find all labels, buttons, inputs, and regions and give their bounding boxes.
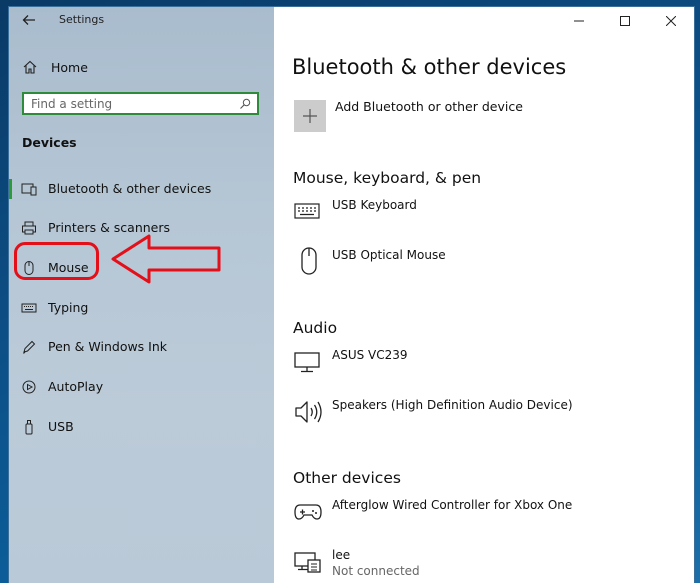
keyboard-icon — [294, 203, 320, 219]
gamepad-icon — [294, 504, 322, 520]
device-usb-optical-mouse[interactable]: USB Optical Mouse — [332, 248, 446, 262]
plus-icon — [303, 109, 317, 123]
mouse-icon — [301, 247, 317, 275]
home-nav-item[interactable]: Home — [19, 57, 259, 77]
minimize-button[interactable] — [556, 7, 602, 35]
device-lee[interactable]: lee — [332, 548, 350, 562]
active-indicator — [9, 179, 12, 199]
sidebar-item-usb[interactable]: USB — [9, 414, 274, 440]
main-content: Bluetooth & other devices Add Bluetooth … — [274, 35, 694, 583]
add-device-button[interactable] — [294, 100, 326, 132]
search-icon[interactable] — [239, 98, 251, 110]
group-heading-audio: Audio — [293, 319, 338, 337]
settings-window: Settings Home Devices Bluetooth & other … — [9, 7, 694, 583]
autoplay-icon — [22, 380, 36, 394]
title-bar: Settings — [9, 7, 274, 35]
group-heading-other: Other devices — [293, 469, 401, 487]
minimize-icon — [574, 20, 584, 22]
maximize-icon — [620, 16, 630, 26]
sidebar-item-label: Bluetooth & other devices — [48, 181, 212, 196]
sidebar-item-label: Typing — [48, 300, 89, 315]
app-title: Settings — [59, 13, 105, 26]
home-icon — [23, 60, 37, 74]
search-box[interactable] — [22, 92, 259, 115]
devices-section-heading: Devices — [22, 135, 77, 150]
sidebar-item-pen[interactable]: Pen & Windows Ink — [9, 334, 274, 360]
printer-icon — [22, 221, 36, 235]
bluetooth-devices-icon — [21, 183, 37, 196]
caption-buttons — [556, 7, 694, 35]
device-xbox-controller[interactable]: Afterglow Wired Controller for Xbox One — [332, 498, 572, 512]
annotation-arrow — [111, 234, 221, 284]
network-device-icon — [294, 552, 321, 573]
sidebar-item-label: AutoPlay — [48, 379, 104, 394]
device-usb-keyboard[interactable]: USB Keyboard — [332, 198, 417, 212]
usb-icon — [25, 420, 33, 435]
monitor-icon — [294, 352, 320, 373]
close-button[interactable] — [648, 7, 694, 35]
device-asus-monitor[interactable]: ASUS VC239 — [332, 348, 408, 362]
pen-icon — [23, 340, 36, 354]
speaker-icon — [295, 401, 322, 423]
sidebar-item-typing[interactable]: Typing — [9, 295, 274, 321]
device-speakers[interactable]: Speakers (High Definition Audio Device) — [332, 398, 573, 412]
sidebar-item-label: USB — [48, 419, 74, 434]
sidebar: Settings Home Devices Bluetooth & other … — [9, 7, 274, 583]
search-input[interactable] — [24, 95, 233, 112]
group-heading-input: Mouse, keyboard, & pen — [293, 169, 482, 187]
add-device-label[interactable]: Add Bluetooth or other device — [335, 99, 523, 114]
sidebar-item-label: Pen & Windows Ink — [48, 339, 168, 354]
keyboard-icon — [21, 303, 37, 313]
sidebar-item-bluetooth[interactable]: Bluetooth & other devices — [9, 176, 274, 202]
maximize-button[interactable] — [602, 7, 648, 35]
device-lee-status: Not connected — [332, 564, 420, 578]
home-label: Home — [51, 59, 88, 75]
page-title: Bluetooth & other devices — [292, 55, 567, 79]
annotation-highlight-box — [14, 242, 99, 280]
back-arrow-icon[interactable] — [21, 12, 37, 28]
close-icon — [666, 16, 676, 26]
sidebar-item-autoplay[interactable]: AutoPlay — [9, 374, 274, 400]
